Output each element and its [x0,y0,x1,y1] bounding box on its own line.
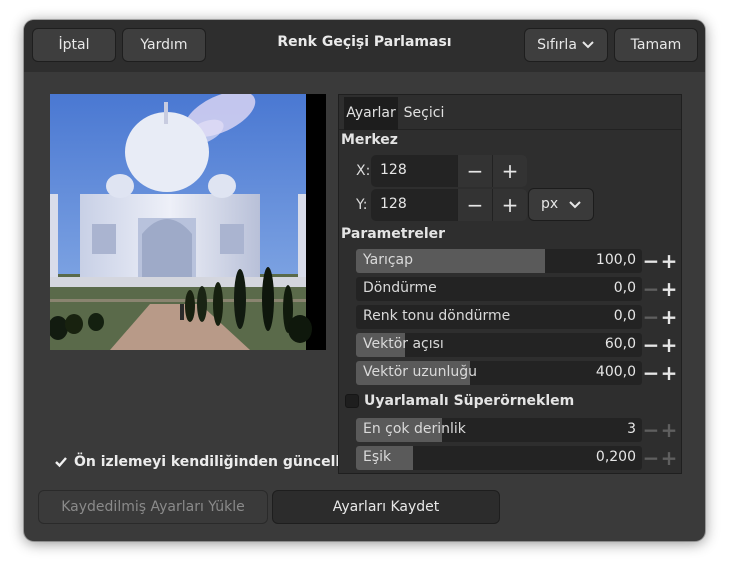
unit-value: px [541,196,559,212]
tab-bar: Ayarlar Seçici [339,95,681,130]
parameters-heading: Parametreler [341,226,446,242]
scale-label: Vektör uzunluğu [363,364,477,380]
tab-settings[interactable]: Ayarlar [344,97,398,130]
minus-icon[interactable]: − [643,305,660,329]
scale-4[interactable]: Vektör uzunluğu 400,0 [356,361,642,385]
x-input[interactable]: 128 [371,155,457,187]
ok-button[interactable]: Tamam [614,28,698,62]
y-increment-button[interactable]: + [492,189,527,221]
plus-icon: + [501,193,519,217]
minus-icon[interactable]: − [643,361,660,385]
scale-2[interactable]: Renk tonu döndürme 0,0 [356,305,642,329]
chevron-down-icon [582,41,594,49]
plus-icon[interactable]: + [661,361,678,385]
scale-label: Vektör açısı [363,336,444,352]
supersample-checkbox[interactable] [345,394,359,408]
dialog-title: Renk Geçişi Parlaması [277,34,452,50]
save-settings-button[interactable]: Ayarları Kaydet [272,490,500,524]
scale-label: Yarıçap [363,252,414,268]
header-bar: İptal Yardım Renk Geçişi Parlaması Sıfır… [24,20,705,72]
plus-icon[interactable]: + [661,446,678,470]
chevron-down-icon [569,201,581,209]
scale-value: 0,0 [613,308,636,324]
reset-label: Sıfırla [537,37,577,53]
scale-0[interactable]: En çok derinlik 3 [356,418,642,442]
cancel-button[interactable]: İptal [32,28,116,62]
x-decrement-button[interactable]: − [457,155,492,187]
minus-icon: − [466,159,484,183]
scale-label: Döndürme [363,280,437,296]
y-decrement-button[interactable]: − [457,189,492,221]
minus-icon[interactable]: − [643,418,660,442]
scale-value: 3 [627,421,636,437]
plus-icon[interactable]: + [661,277,678,301]
minus-icon: − [466,193,484,217]
minus-icon[interactable]: − [643,249,660,273]
scale-1[interactable]: Eşik 0,200 [356,446,642,470]
tab-selector[interactable]: Seçici [400,97,448,128]
plus-icon[interactable]: + [661,418,678,442]
preview-image[interactable] [50,94,326,350]
x-increment-button[interactable]: + [492,155,527,187]
scale-value: 60,0 [604,336,636,352]
plus-icon: + [501,159,519,183]
scale-label: En çok derinlik [363,421,466,437]
supersample-label: Uyarlamalı Süperörneklem [364,393,575,409]
minus-icon[interactable]: − [643,446,660,470]
checkmark-icon[interactable] [54,455,68,469]
minus-icon[interactable]: − [643,277,660,301]
settings-panel: Ayarlar Seçici Merkez X: 128 − + Y: 128 … [338,94,682,474]
auto-update-label: Ön izlemeyi kendiliğinden güncelle [74,454,350,470]
unit-select[interactable]: px [528,188,594,221]
auto-update-row[interactable]: Ön izlemeyi kendiliğinden güncelle [54,452,350,472]
preview-photo [50,94,312,350]
help-button[interactable]: Yardım [122,28,206,62]
reset-button[interactable]: Sıfırla [524,28,608,62]
scale-value: 0,0 [613,280,636,296]
dialog-window: İptal Yardım Renk Geçişi Parlaması Sıfır… [24,20,705,541]
scale-value: 0,200 [595,449,636,465]
minus-icon[interactable]: − [643,333,660,357]
load-saved-settings-button[interactable]: Kaydedilmiş Ayarları Yükle [38,490,268,524]
scale-0[interactable]: Yarıçap 100,0 [356,249,642,273]
plus-icon[interactable]: + [661,333,678,357]
y-input[interactable]: 128 [371,189,457,221]
plus-icon[interactable]: + [661,305,678,329]
scale-value: 400,0 [595,364,636,380]
scale-3[interactable]: Vektör açısı 60,0 [356,333,642,357]
scale-label: Renk tonu döndürme [363,308,511,324]
scale-1[interactable]: Döndürme 0,0 [356,277,642,301]
center-heading: Merkez [341,132,398,148]
x-label: X: [356,163,371,179]
y-label: Y: [356,197,368,213]
scale-value: 100,0 [595,252,636,268]
scale-label: Eşik [363,449,392,465]
plus-icon[interactable]: + [661,249,678,273]
